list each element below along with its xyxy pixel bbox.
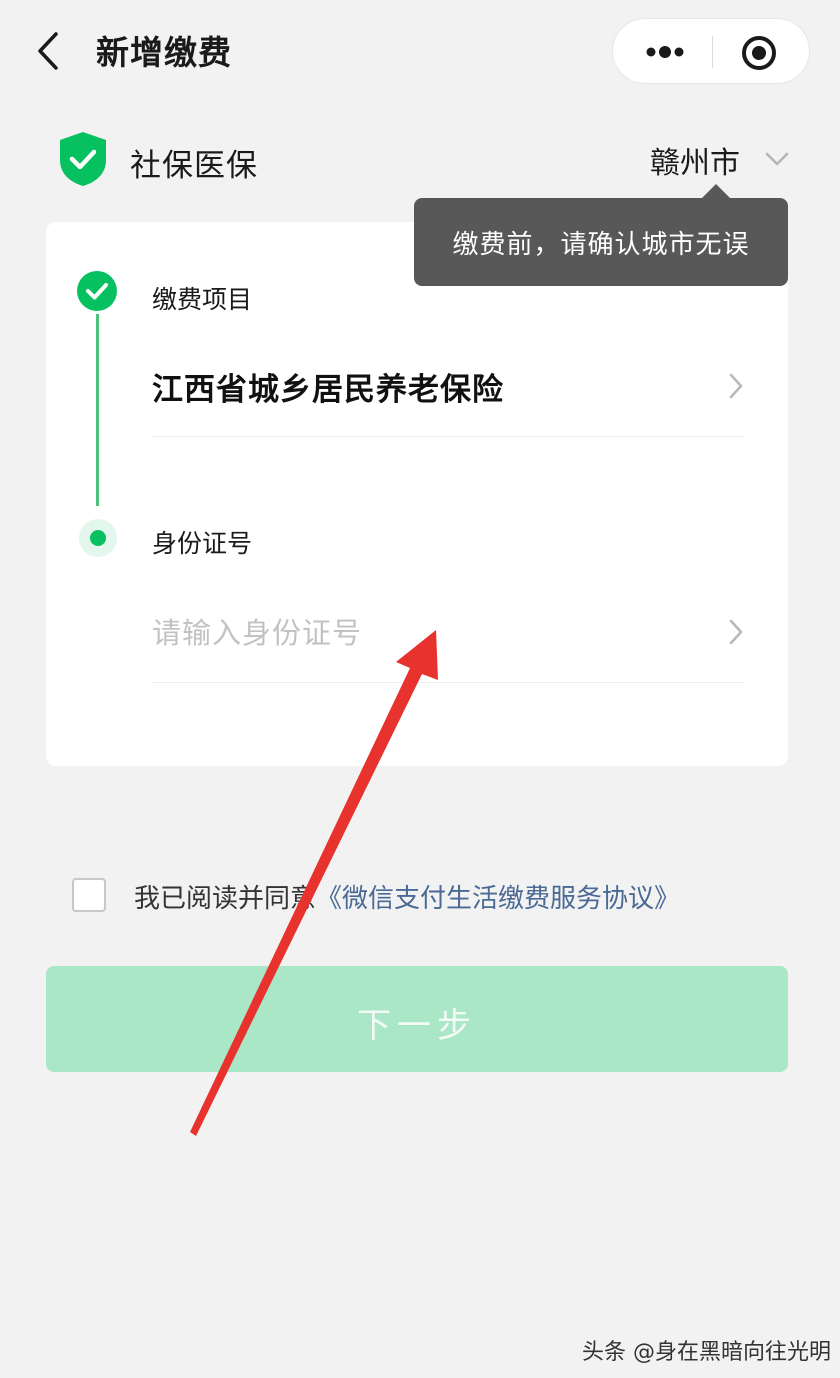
payment-form-card: 缴费项目 江西省城乡居民养老保险 身份证号 请输入身份证号 [46, 222, 788, 766]
shield-check-icon [60, 132, 106, 186]
step-connector-line [96, 314, 99, 506]
step-done-check-icon [77, 271, 117, 311]
step-current-dot-icon [79, 519, 117, 557]
id-number-input[interactable]: 请输入身份证号 [152, 602, 744, 662]
field-divider [152, 682, 744, 683]
agreement-text: 我已阅读并同意《微信支付生活缴费服务协议》 [134, 878, 680, 915]
next-step-button[interactable]: 下一步 [46, 966, 788, 1072]
chevron-right-icon [729, 373, 743, 399]
city-confirm-tooltip: 缴费前，请确认城市无误 [414, 184, 788, 286]
id-number-placeholder: 请输入身份证号 [152, 616, 363, 650]
next-step-label: 下一步 [357, 1006, 477, 1046]
agreement-prefix: 我已阅读并同意 [134, 884, 317, 914]
step-label-payment-item: 缴费项目 [152, 285, 253, 314]
back-arrow-icon[interactable] [34, 30, 64, 72]
step-label-id-number: 身份证号 [152, 529, 253, 558]
watermark: 头条 @身在黑暗向往光明 [582, 1340, 831, 1365]
city-label: 赣州市 [650, 146, 740, 181]
payment-item-select[interactable]: 江西省城乡居民养老保险 [152, 356, 744, 416]
page-title: 新增缴费 [96, 33, 232, 72]
mini-program-capsule [612, 18, 810, 84]
tooltip-arrow [702, 184, 730, 198]
tooltip-text: 缴费前，请确认城市无误 [452, 230, 750, 260]
navigation-bar: 新增缴费 [0, 0, 840, 104]
chevron-down-icon [765, 152, 789, 166]
target-close-icon[interactable] [739, 33, 779, 73]
service-header: 社保医保 赣州市 [56, 130, 796, 190]
service-name: 社保医保 [130, 148, 258, 184]
chevron-right-icon [729, 619, 743, 645]
field-divider [152, 436, 744, 437]
agreement-checkbox[interactable] [72, 878, 106, 912]
payment-item-value: 江西省城乡居民养老保险 [152, 372, 504, 408]
capsule-divider [712, 36, 713, 68]
agreement-row: 我已阅读并同意《微信支付生活缴费服务协议》 [72, 874, 792, 914]
agreement-link[interactable]: 《微信支付生活缴费服务协议》 [316, 884, 680, 914]
more-dots-icon[interactable] [633, 29, 693, 75]
